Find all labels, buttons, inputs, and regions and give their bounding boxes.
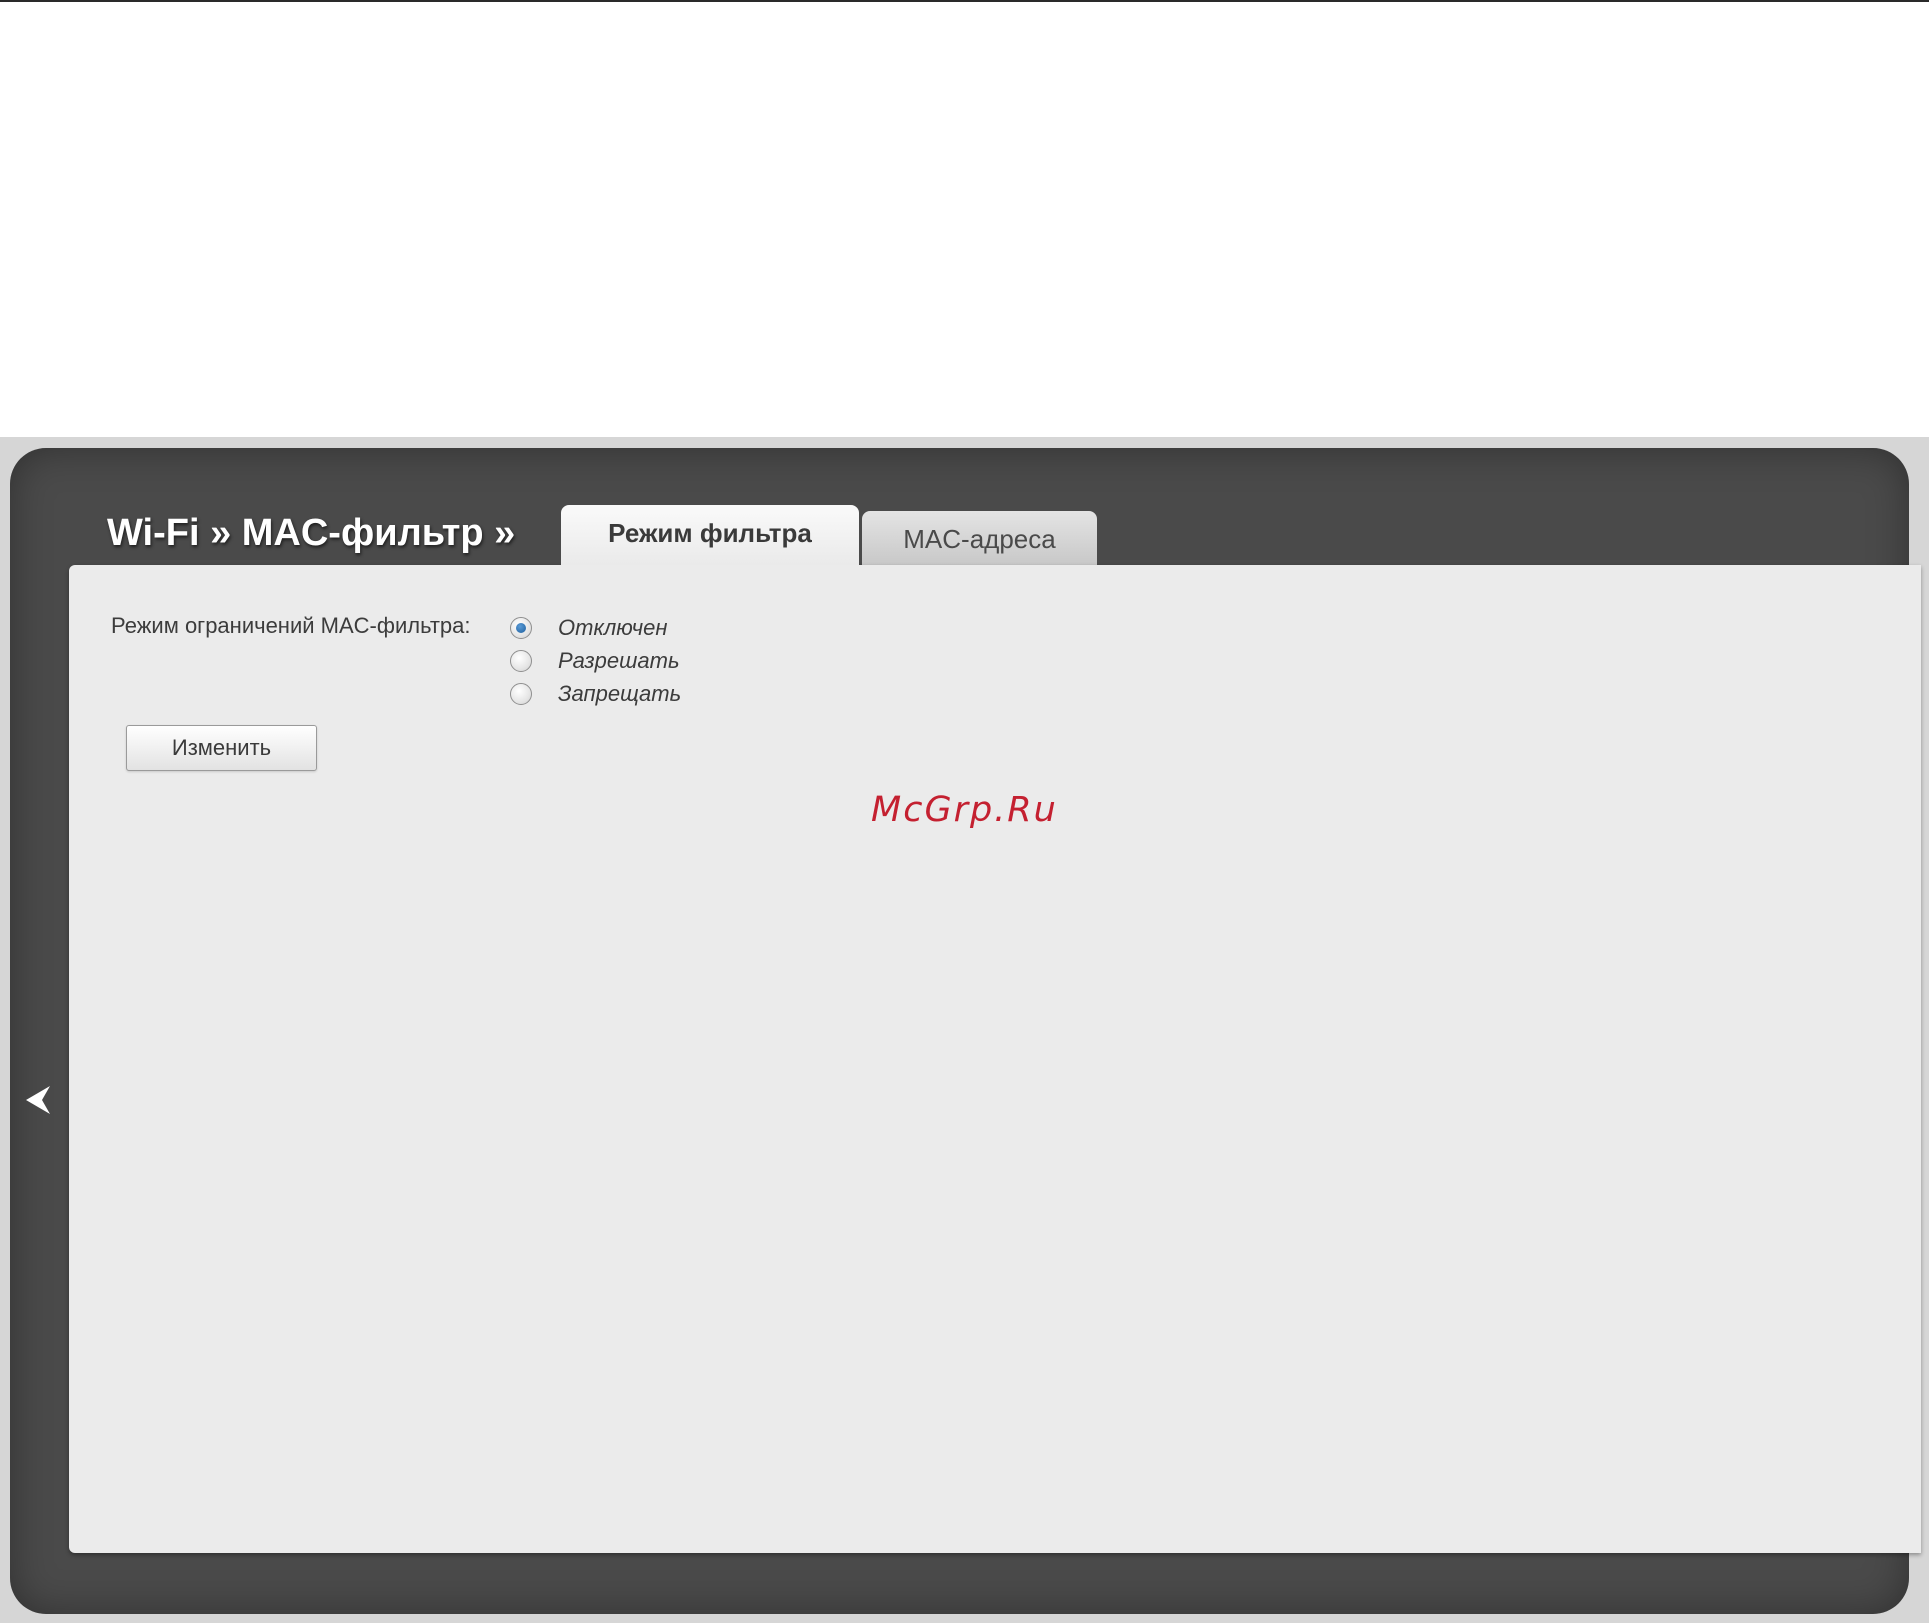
radio-unchecked-icon[interactable] (510, 682, 532, 705)
radio-label-allow[interactable]: Разрешать (558, 648, 680, 674)
breadcrumb: Wi-Fi » MAC-фильтр » (107, 512, 516, 554)
chevron-left-icon[interactable] (20, 1080, 60, 1120)
radio-label-disabled[interactable]: Отключен (558, 615, 668, 641)
tab-mac-addresses[interactable]: MAC-адреса (862, 511, 1097, 565)
radio-checked-icon[interactable] (510, 616, 532, 639)
radio-option-deny[interactable]: Запрещать (510, 677, 681, 710)
tab-filter-mode[interactable]: Режим фильтра (561, 505, 859, 565)
top-divider (0, 0, 1929, 2)
radio-label-deny[interactable]: Запрещать (558, 681, 681, 707)
change-button[interactable]: Изменить (126, 725, 317, 771)
mac-filter-mode-radio-group: Отключен Разрешать Запрещать (510, 611, 681, 710)
watermark: McGrp.Ru (871, 790, 1058, 830)
mac-filter-mode-label: Режим ограничений MAC-фильтра: (111, 613, 471, 638)
radio-unchecked-icon[interactable] (510, 649, 532, 672)
radio-option-disabled[interactable]: Отключен (510, 611, 681, 644)
radio-option-allow[interactable]: Разрешать (510, 644, 681, 677)
content-panel: Режим ограничений MAC-фильтра: Отключен … (69, 565, 1921, 1553)
